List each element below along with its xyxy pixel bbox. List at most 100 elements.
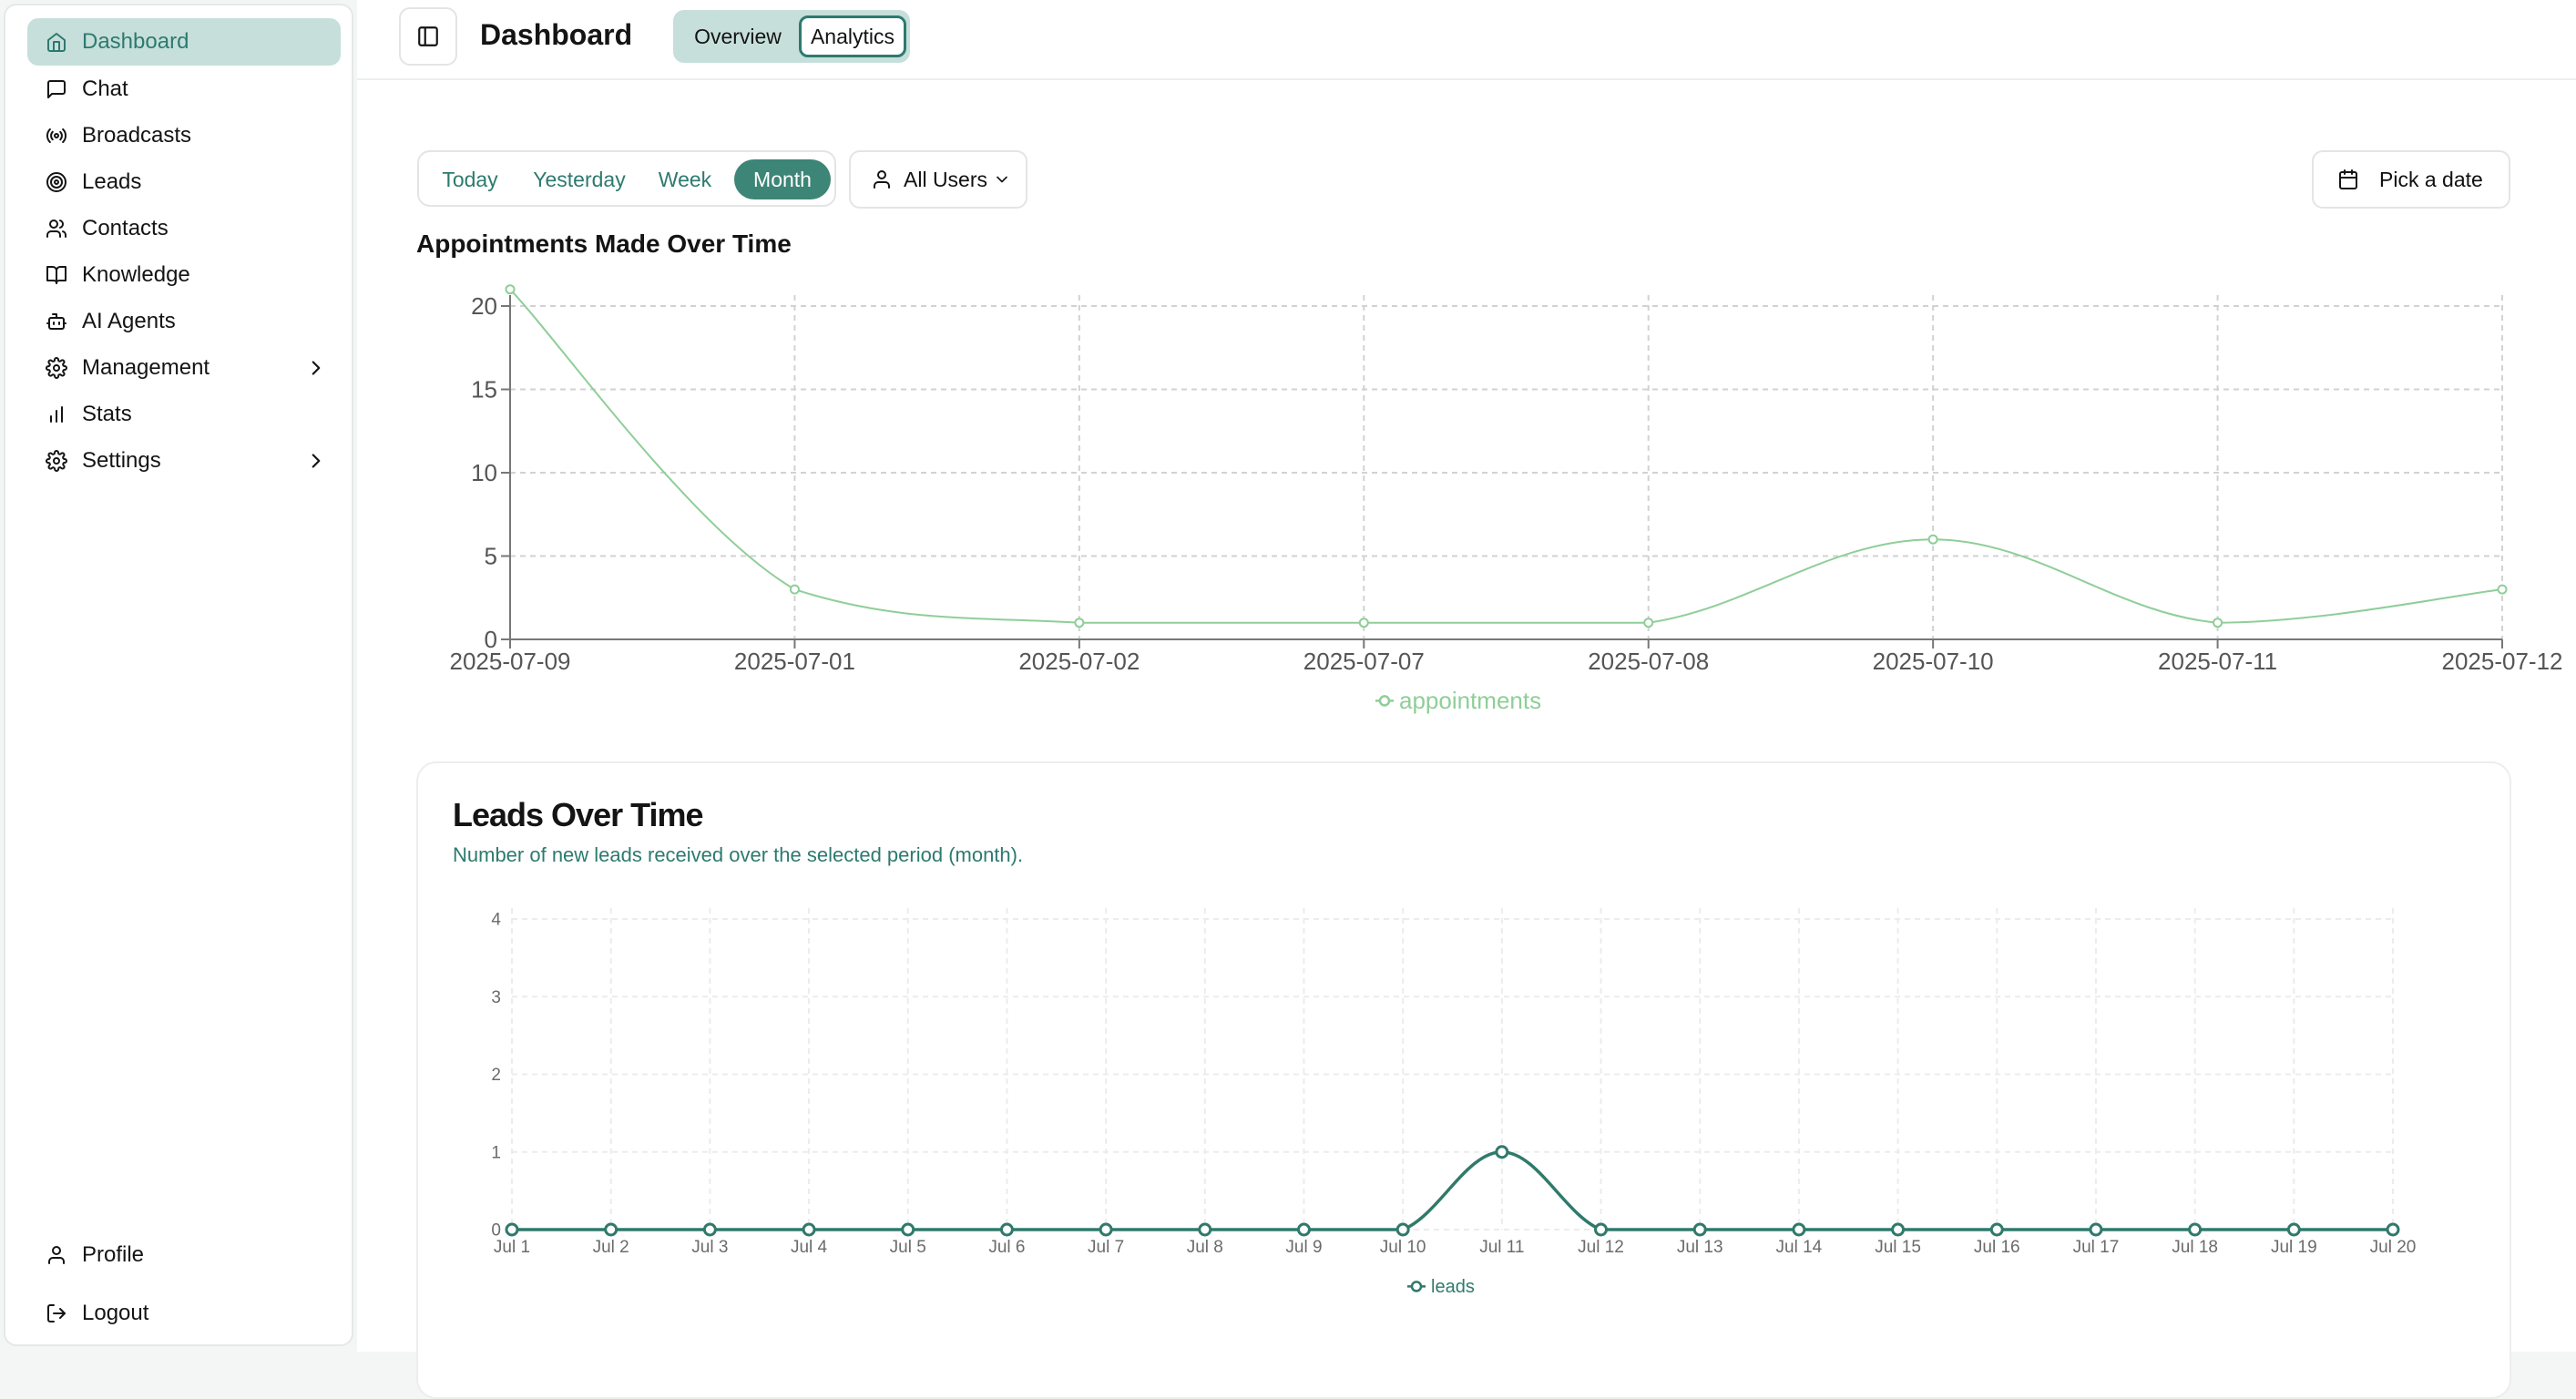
chevron-right-icon <box>312 361 321 375</box>
panel-left-icon <box>418 26 438 46</box>
date-picker-label: Pick a date <box>2379 167 2483 191</box>
chevron-down-icon <box>997 176 1007 183</box>
sidebar-item-knowledge[interactable]: Knowledge <box>27 251 341 299</box>
data-point <box>1692 1222 1707 1237</box>
data-point <box>802 1222 816 1237</box>
series-line-leads <box>511 1149 2393 1231</box>
data-point <box>2286 1222 2301 1237</box>
x-tick-label: Jul 17 <box>2073 1238 2120 1257</box>
bar-chart-icon <box>44 402 69 427</box>
book-open-icon <box>44 262 69 288</box>
sidebar-item-label: Profile <box>82 1242 145 1267</box>
y-tick-label: 3 <box>491 988 501 1007</box>
x-tick-label: 2025-07-08 <box>1588 648 1709 675</box>
sidebar-item-broadcasts[interactable]: Broadcasts <box>27 112 341 159</box>
data-point <box>604 1222 618 1237</box>
leads-chart-title: Leads Over Time <box>453 796 703 833</box>
chevron-right-icon <box>312 454 321 468</box>
range-today[interactable]: Today <box>430 159 510 199</box>
bot-icon <box>44 309 69 334</box>
sidebar-item-logout[interactable]: Logout <box>27 1290 341 1337</box>
x-tick-label: Jul 5 <box>890 1238 926 1257</box>
x-tick-label: 2025-07-09 <box>450 648 571 675</box>
data-point <box>505 1222 519 1237</box>
user-icon <box>44 1242 69 1268</box>
tab-overview[interactable]: Overview <box>679 15 797 57</box>
sidebar-item-label: Contacts <box>82 216 169 240</box>
x-tick-label: Jul 18 <box>2172 1238 2218 1257</box>
legend-swatch-dot <box>1410 1281 1423 1292</box>
sidebar-item-stats[interactable]: Stats <box>27 391 341 438</box>
data-point <box>1891 1222 1906 1237</box>
x-tick-label: 2025-07-07 <box>1303 648 1425 675</box>
sidebar-item-profile[interactable]: Profile <box>27 1231 341 1279</box>
x-tick-label: Jul 13 <box>1677 1238 1723 1257</box>
appointments-chart: 051015202025-07-09 2025-07-01 2025-07-02 20… <box>450 284 2563 714</box>
y-tick-label: 4 <box>491 911 501 930</box>
radio-icon <box>44 123 69 148</box>
sidebar-item-leads[interactable]: Leads <box>27 158 341 206</box>
x-tick-label: Jul 10 <box>1380 1238 1426 1257</box>
x-tick-label: Jul 14 <box>1776 1238 1823 1257</box>
appointments-chart-title: Appointments Made Over Time <box>416 230 792 258</box>
x-tick-label: Jul 3 <box>691 1238 728 1257</box>
x-tick-label: Jul 8 <box>1187 1238 1223 1257</box>
data-point <box>789 584 800 595</box>
x-tick-label: Jul 9 <box>1285 1238 1322 1257</box>
data-point <box>1358 618 1369 628</box>
tab-analytics[interactable]: Analytics <box>799 15 906 57</box>
sidebar-item-label: Settings <box>82 448 161 473</box>
data-point <box>1296 1222 1311 1237</box>
date-picker-button[interactable]: Pick a date <box>2312 150 2510 209</box>
x-tick-label: 2025-07-10 <box>1873 648 1994 675</box>
data-point <box>1395 1222 1410 1237</box>
x-tick-label: Jul 20 <box>2370 1238 2417 1257</box>
sidebar-item-label: Stats <box>82 402 132 426</box>
x-tick-label: Jul 15 <box>1875 1238 1921 1257</box>
sidebar-item-settings[interactable]: Settings <box>27 437 341 485</box>
data-point <box>1074 618 1085 628</box>
target-icon <box>44 169 69 195</box>
sidebar-item-ai-agents[interactable]: AI Agents <box>27 298 341 345</box>
y-tick-label: 10 <box>471 459 497 486</box>
data-point <box>2188 1222 2203 1237</box>
range-month[interactable]: Month <box>734 159 831 199</box>
user-icon <box>874 170 890 189</box>
data-point <box>1099 1222 1113 1237</box>
y-tick-label: 1 <box>491 1143 501 1162</box>
series-line-appointments <box>509 289 2503 624</box>
x-tick-label: Jul 16 <box>1974 1238 2020 1257</box>
sidebar-item-label: AI Agents <box>82 309 176 333</box>
leads-chart-subtitle: Number of new leads received over the se… <box>453 843 1024 866</box>
x-tick-label: 2025-07-11 <box>2158 648 2277 675</box>
range-yesterday[interactable]: Yesterday <box>516 159 643 199</box>
data-point <box>901 1222 915 1237</box>
data-point <box>2497 584 2508 595</box>
sidebar-toggle-button[interactable] <box>399 7 457 66</box>
sidebar-item-label: Dashboard <box>82 29 189 54</box>
data-point <box>2213 618 2223 628</box>
legend-label: appointments <box>1399 687 1541 714</box>
sidebar-item-management[interactable]: Management <box>27 344 341 392</box>
sidebar-item-label: Broadcasts <box>82 123 192 148</box>
users-select[interactable]: All Users <box>849 150 1027 209</box>
y-tick-label: 20 <box>471 292 497 320</box>
sidebar-item-chat[interactable]: Chat <box>27 66 341 113</box>
sidebar-item-contacts[interactable]: Contacts <box>27 205 341 252</box>
data-point <box>999 1222 1014 1237</box>
users-select-label: All Users <box>904 167 988 191</box>
x-tick-label: Jul 1 <box>494 1238 530 1257</box>
x-tick-label: Jul 2 <box>593 1238 629 1257</box>
leads-card: 0 1 2 3 4 Jul 1 Jul 2 Jul 3 Jul 4 Jul 5 Jul 6 Jul 7… <box>416 761 2511 1399</box>
sidebar-item-label: Chat <box>82 77 128 101</box>
range-week[interactable]: Week <box>649 159 721 199</box>
data-point <box>702 1222 717 1237</box>
sidebar-item-dashboard[interactable]: Dashboard <box>27 18 341 66</box>
data-point <box>1495 1145 1509 1159</box>
data-point <box>1594 1222 1609 1237</box>
home-icon <box>44 29 69 55</box>
data-point <box>1989 1222 2004 1237</box>
users-icon <box>44 216 69 241</box>
x-tick-label: Jul 4 <box>791 1238 828 1257</box>
y-tick-label: 2 <box>491 1066 501 1085</box>
